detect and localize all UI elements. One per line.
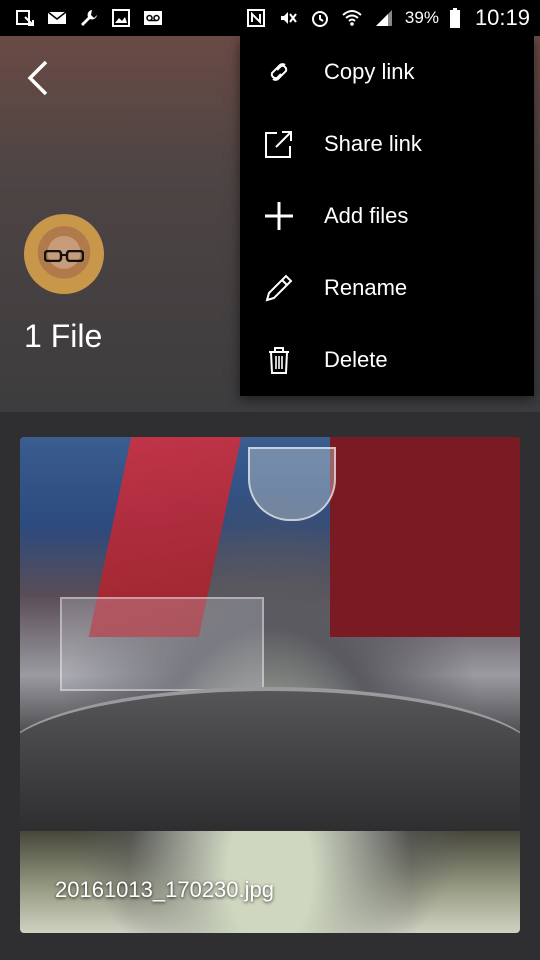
avatar [24, 214, 104, 294]
plus-icon [260, 197, 298, 235]
download-icon [14, 8, 36, 28]
photo-bowl [20, 687, 520, 831]
file-thumbnail[interactable]: 20161013_170230.jpg [20, 437, 520, 933]
nfc-icon [245, 8, 267, 28]
menu-item-label: Delete [324, 347, 388, 372]
status-bar-right: 39% 10:19 [245, 5, 530, 31]
battery-percentage: 39% [404, 8, 439, 27]
image-icon [110, 8, 132, 28]
status-bar: 39% 10:19 [0, 0, 540, 36]
menu-item-label: Add files [324, 203, 409, 228]
pencil-icon [260, 269, 298, 307]
email-icon [46, 8, 68, 28]
photo-wine-glass [248, 447, 336, 521]
chevron-left-icon [27, 60, 48, 96]
clock: 10:19 [474, 5, 530, 30]
menu-item-share-link[interactable]: Share link [240, 108, 534, 180]
mute-icon [277, 8, 299, 28]
glasses-graphic [44, 250, 84, 262]
menu-item-label: Share link [324, 131, 422, 156]
photo-background-shape [330, 437, 520, 637]
menu-item-rename[interactable]: Rename [240, 252, 534, 324]
trash-icon [260, 341, 298, 379]
battery-icon [449, 8, 461, 28]
wrench-icon [78, 8, 100, 28]
signal-icon [373, 8, 395, 28]
menu-item-delete[interactable]: Delete [240, 324, 534, 396]
status-bar-left [14, 8, 164, 28]
alarm-icon [309, 8, 331, 28]
file-list: 20161013_170230.jpg [0, 412, 540, 960]
back-button[interactable] [18, 58, 58, 98]
link-icon [260, 53, 298, 91]
menu-item-copy-link[interactable]: Copy link [240, 36, 534, 108]
overflow-menu: Copy link Share link Add files Rename De… [240, 36, 534, 396]
photo-jar [60, 597, 264, 691]
menu-item-label: Copy link [324, 59, 415, 84]
share-icon [260, 125, 298, 163]
menu-item-add-files[interactable]: Add files [240, 180, 534, 252]
file-count: 1 File [24, 318, 103, 354]
file-name: 20161013_170230.jpg [55, 877, 275, 902]
voicemail-icon [142, 8, 164, 28]
menu-item-label: Rename [324, 275, 408, 300]
wifi-icon [341, 8, 363, 28]
